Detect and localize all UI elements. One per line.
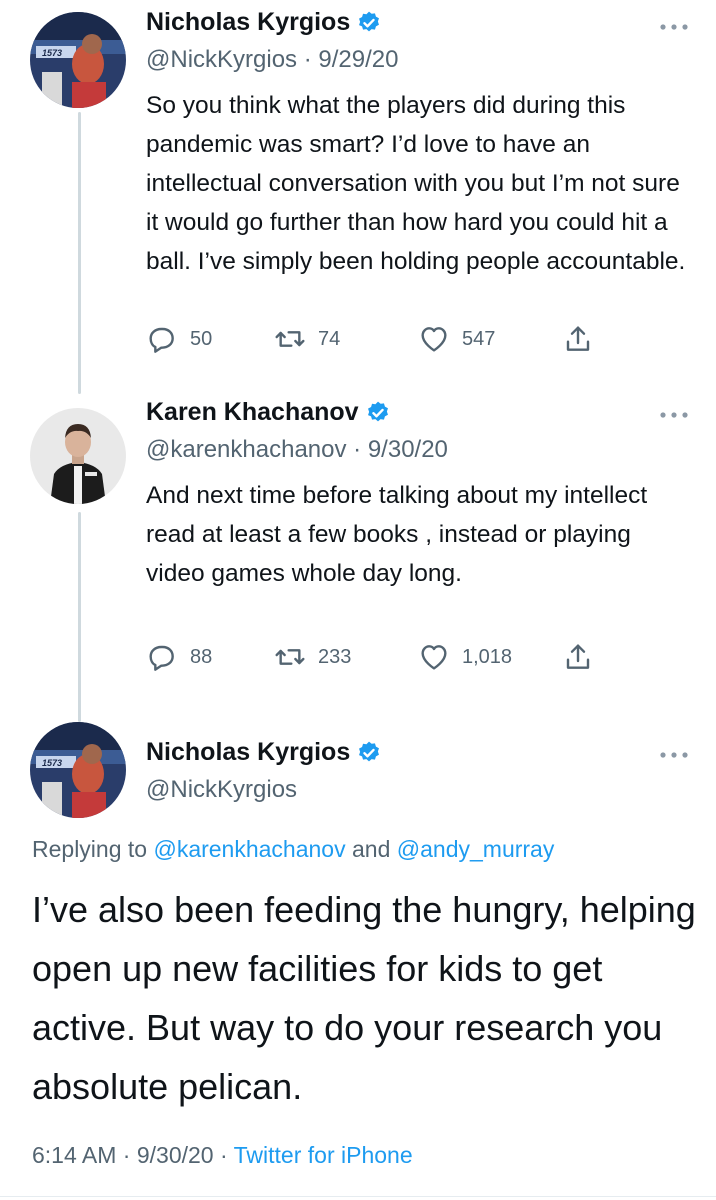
more-options-icon[interactable] [658,750,690,760]
replying-and: and [352,836,391,862]
author-name[interactable]: Nicholas Kyrgios [146,738,350,767]
avatar-bib-text: 1573 [42,758,62,768]
tweet-text: I’ve also been feeding the hungry, helpi… [32,889,696,1107]
replying-prefix: Replying to [32,836,148,862]
separator-dot: · [122,1142,131,1168]
replying-to: Replying to @karenkhachanov and @andy_mu… [32,836,554,863]
verified-badge-icon [359,741,380,761]
divider [0,1196,716,1197]
tweet-source-link[interactable]: Twitter for iPhone [234,1142,413,1168]
author-row: Nicholas Kyrgios [146,738,382,767]
kyrgios-avatar-image: 1573 [30,722,126,818]
tweet-time[interactable]: 6:14 AM [32,1142,116,1168]
avatar[interactable]: 1573 [30,722,126,818]
tweet-kyrgios-main: 1573 Nicholas Kyrgios @NickKyrgios Reply… [0,0,716,1200]
handle-date: @NickKyrgios [146,776,297,804]
replying-user-link[interactable]: @andy_murray [397,836,555,862]
replying-user-link[interactable]: @karenkhachanov [153,836,345,862]
separator-dot: · [219,1142,228,1168]
tweet-meta: 6:14 AM · 9/30/20 · Twitter for iPhone [32,1142,413,1169]
tweet-date[interactable]: 9/30/20 [137,1142,214,1168]
author-handle[interactable]: @NickKyrgios [146,776,297,803]
